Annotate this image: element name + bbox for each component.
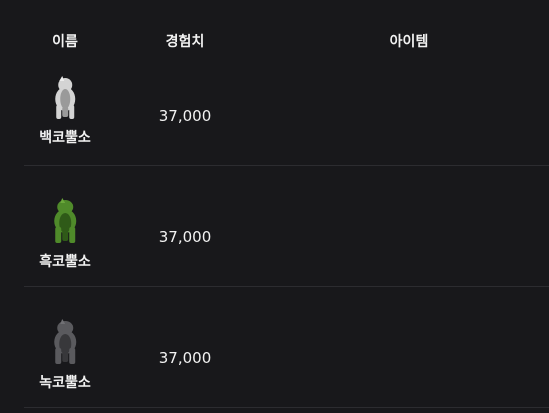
monster-items [274, 80, 549, 165]
column-header-name: 이름 [52, 34, 78, 50]
monster-items [274, 166, 549, 286]
table-row: 녹코뿔소 37,000 [24, 287, 549, 408]
table-row: 백코뿔소 37,000 [24, 76, 549, 166]
monster-exp: 37,000 [158, 349, 212, 367]
monster-name: 백코뿔소 [39, 130, 91, 146]
gray-rhino-icon [54, 319, 76, 364]
monster-name: 녹코뿔소 [39, 375, 91, 391]
table-header: 이름 경험치 아이템 [24, 0, 549, 80]
monster-cell: 백코뿔소 [39, 75, 91, 147]
green-rhino-icon [54, 198, 76, 243]
monster-cell: 흑코뿔소 [39, 197, 91, 271]
monster-cell: 녹코뿔소 [39, 318, 91, 392]
table-row: 흑코뿔소 37,000 [24, 166, 549, 287]
white-rhino-icon [55, 76, 75, 119]
column-header-exp: 경험치 [165, 34, 205, 50]
monster-exp: 37,000 [158, 107, 212, 125]
monster-items [274, 287, 549, 407]
monster-exp: 37,000 [158, 228, 212, 246]
monster-name: 흑코뿔소 [39, 254, 91, 270]
column-header-item: 아이템 [389, 34, 429, 50]
monster-table: 이름 경험치 아이템 백코뿔소 37,000 흑코뿔소 37,000 녹코뿔소 … [24, 0, 549, 408]
